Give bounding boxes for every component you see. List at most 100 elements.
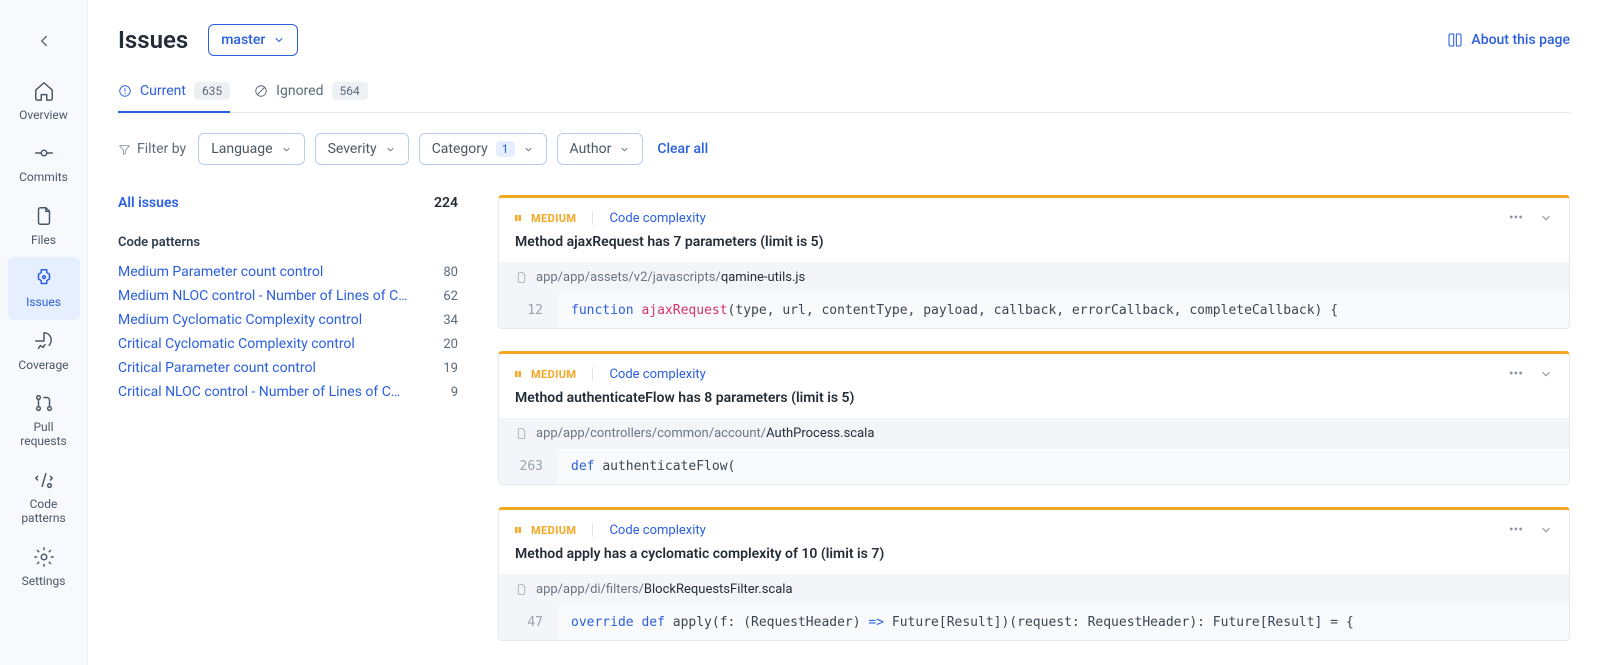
severity-badge: MEDIUM (515, 212, 576, 225)
issue-card: MEDIUMCode complexity•••Method authentic… (498, 351, 1570, 485)
file-icon (515, 271, 528, 284)
pattern-link[interactable]: Medium NLOC control - Number of Lines of… (118, 288, 408, 304)
line-number: 47 (499, 605, 557, 640)
nav-commits[interactable]: Commits (8, 132, 80, 194)
nav-label: Coverage (18, 358, 68, 372)
pattern-link[interactable]: Medium Parameter count control (118, 264, 323, 280)
coverage-icon (33, 330, 55, 352)
settings-icon (33, 546, 55, 568)
chevron-down-icon (385, 144, 396, 155)
line-number: 263 (499, 449, 557, 484)
chevron-down-icon (1539, 523, 1553, 537)
pattern-item: Critical Parameter count control19 (118, 360, 458, 376)
branch-name: master (221, 32, 265, 48)
issue-expand-button[interactable] (1539, 211, 1553, 225)
nav-label: Settings (22, 574, 66, 588)
issues-list: MEDIUMCode complexity•••Method ajaxReque… (498, 195, 1570, 641)
chevron-down-icon (523, 144, 534, 155)
page-title: Issues (118, 26, 188, 54)
nav-overview[interactable]: Overview (8, 70, 80, 132)
issue-card: MEDIUM Code complexity •••Method apply has… (498, 507, 1570, 641)
issue-category[interactable]: Code complexity (609, 523, 705, 538)
pattern-item: Critical Cyclomatic Complexity control 20 (118, 336, 458, 352)
main-content: Issues master About this page Current 63… (88, 0, 1600, 665)
filter-category-count: 1 (496, 141, 515, 157)
issue-card: MEDIUM Code complexity •••Method ajaxReque… (498, 195, 1570, 329)
issue-title: Method authenticateFlow has 8 parameters… (499, 382, 1569, 418)
alert-circle-icon (118, 84, 132, 98)
code-snippet: def authenticateFlow( (557, 449, 749, 484)
issue-code-line: 47override def apply(f: (RequestHeader) … (499, 605, 1569, 640)
tab-current-label: Current (140, 83, 186, 99)
issue-file-path[interactable]: app/app/assets/v2/javascripts/qamine-uti… (499, 262, 1569, 293)
filter-bar: Filter by Language Severity Category 1 A… (118, 133, 1570, 165)
chevron-down-icon (1539, 211, 1553, 225)
overview-icon (33, 80, 55, 102)
tab-current[interactable]: Current 635 (118, 82, 230, 112)
issue-title: Method apply has a cyclomatic complexity… (499, 538, 1569, 574)
sidebar: Overview CommitsFiles Issues Coverage Pull r… (0, 0, 88, 665)
nav-label: Code patterns (12, 497, 76, 526)
severity-icon (515, 213, 525, 223)
pattern-link[interactable]: Medium Cyclomatic Complexity control (118, 312, 362, 328)
filter-icon (118, 143, 131, 156)
chevron-down-icon (281, 144, 292, 155)
pattern-link[interactable]: Critical NLOC control - Number of Lines … (118, 384, 408, 400)
ban-icon (254, 84, 268, 98)
issue-expand-button[interactable] (1539, 367, 1553, 381)
nav-label: Pull requests (12, 420, 76, 449)
pattern-link[interactable]: Critical Cyclomatic Complexity control (118, 336, 355, 352)
patterns-heading: Code patterns (118, 235, 458, 250)
issue-file-path[interactable]: app/app/di/filters/BlockRequestsFilter.s… (499, 574, 1569, 605)
chevron-down-icon (273, 34, 285, 46)
nav-label: Overview (19, 108, 68, 122)
back-button[interactable] (27, 24, 61, 58)
about-label: About this page (1471, 32, 1570, 48)
issues-icon (33, 267, 55, 289)
pattern-item: Medium NLOC control - Number of Lines of… (118, 288, 458, 304)
tab-ignored-label: Ignored (276, 83, 323, 99)
severity-badge: MEDIUM (515, 524, 576, 537)
nav-code-patterns[interactable]: Code patterns (8, 459, 80, 536)
nav-files[interactable]: Files (8, 195, 80, 257)
filter-category[interactable]: Category 1 (419, 133, 547, 165)
files-icon (33, 205, 55, 227)
branch-select[interactable]: master (208, 24, 298, 56)
issue-file-path[interactable]: app/app/controllers/common/account/AuthP… (499, 418, 1569, 449)
code-snippet: override def apply(f: (RequestHeader) =>… (557, 605, 1368, 640)
nav-issues[interactable]: Issues (8, 257, 80, 319)
issue-code-line: 12function ajaxRequest(type, url, conten… (499, 293, 1569, 328)
nav-label: Issues (26, 295, 61, 309)
filter-language[interactable]: Language (198, 133, 304, 165)
nav-pull-requests[interactable]: Pull requests (8, 382, 80, 459)
filter-severity[interactable]: Severity (315, 133, 409, 165)
issue-more-button[interactable]: ••• (1509, 210, 1523, 226)
severity-icon (515, 525, 525, 535)
pattern-link[interactable]: Critical Parameter count control (118, 360, 316, 376)
issue-category[interactable]: Code complexity (609, 211, 705, 226)
issue-expand-button[interactable] (1539, 523, 1553, 537)
nav-settings[interactable]: Settings (8, 536, 80, 598)
severity-icon (515, 369, 525, 379)
about-link[interactable]: About this page (1447, 32, 1570, 48)
issue-more-button[interactable]: ••• (1509, 366, 1523, 382)
pattern-count: 62 (443, 289, 458, 304)
pattern-count: 80 (443, 265, 458, 280)
tabs: Current 635 Ignored 564 (118, 82, 1570, 113)
clear-filters[interactable]: Clear all (657, 141, 708, 157)
pull-requests-icon (33, 392, 55, 414)
pattern-count: 9 (451, 385, 458, 400)
issue-code-line: 263def authenticateFlow( (499, 449, 1569, 484)
pattern-count: 20 (443, 337, 458, 352)
nav-coverage[interactable]: Coverage (8, 320, 80, 382)
issue-category[interactable]: Code complexity (609, 367, 705, 382)
all-issues-link[interactable]: All issues (118, 195, 179, 211)
file-icon (515, 427, 528, 440)
all-issues-count: 224 (434, 195, 458, 211)
filter-label: Filter by (118, 141, 186, 157)
tab-ignored[interactable]: Ignored 564 (254, 82, 368, 112)
issue-title: Method ajaxRequest has 7 parameters (lim… (499, 226, 1569, 262)
arrow-left-icon (35, 32, 53, 50)
filter-author[interactable]: Author (557, 133, 644, 165)
issue-more-button[interactable]: ••• (1509, 522, 1523, 538)
